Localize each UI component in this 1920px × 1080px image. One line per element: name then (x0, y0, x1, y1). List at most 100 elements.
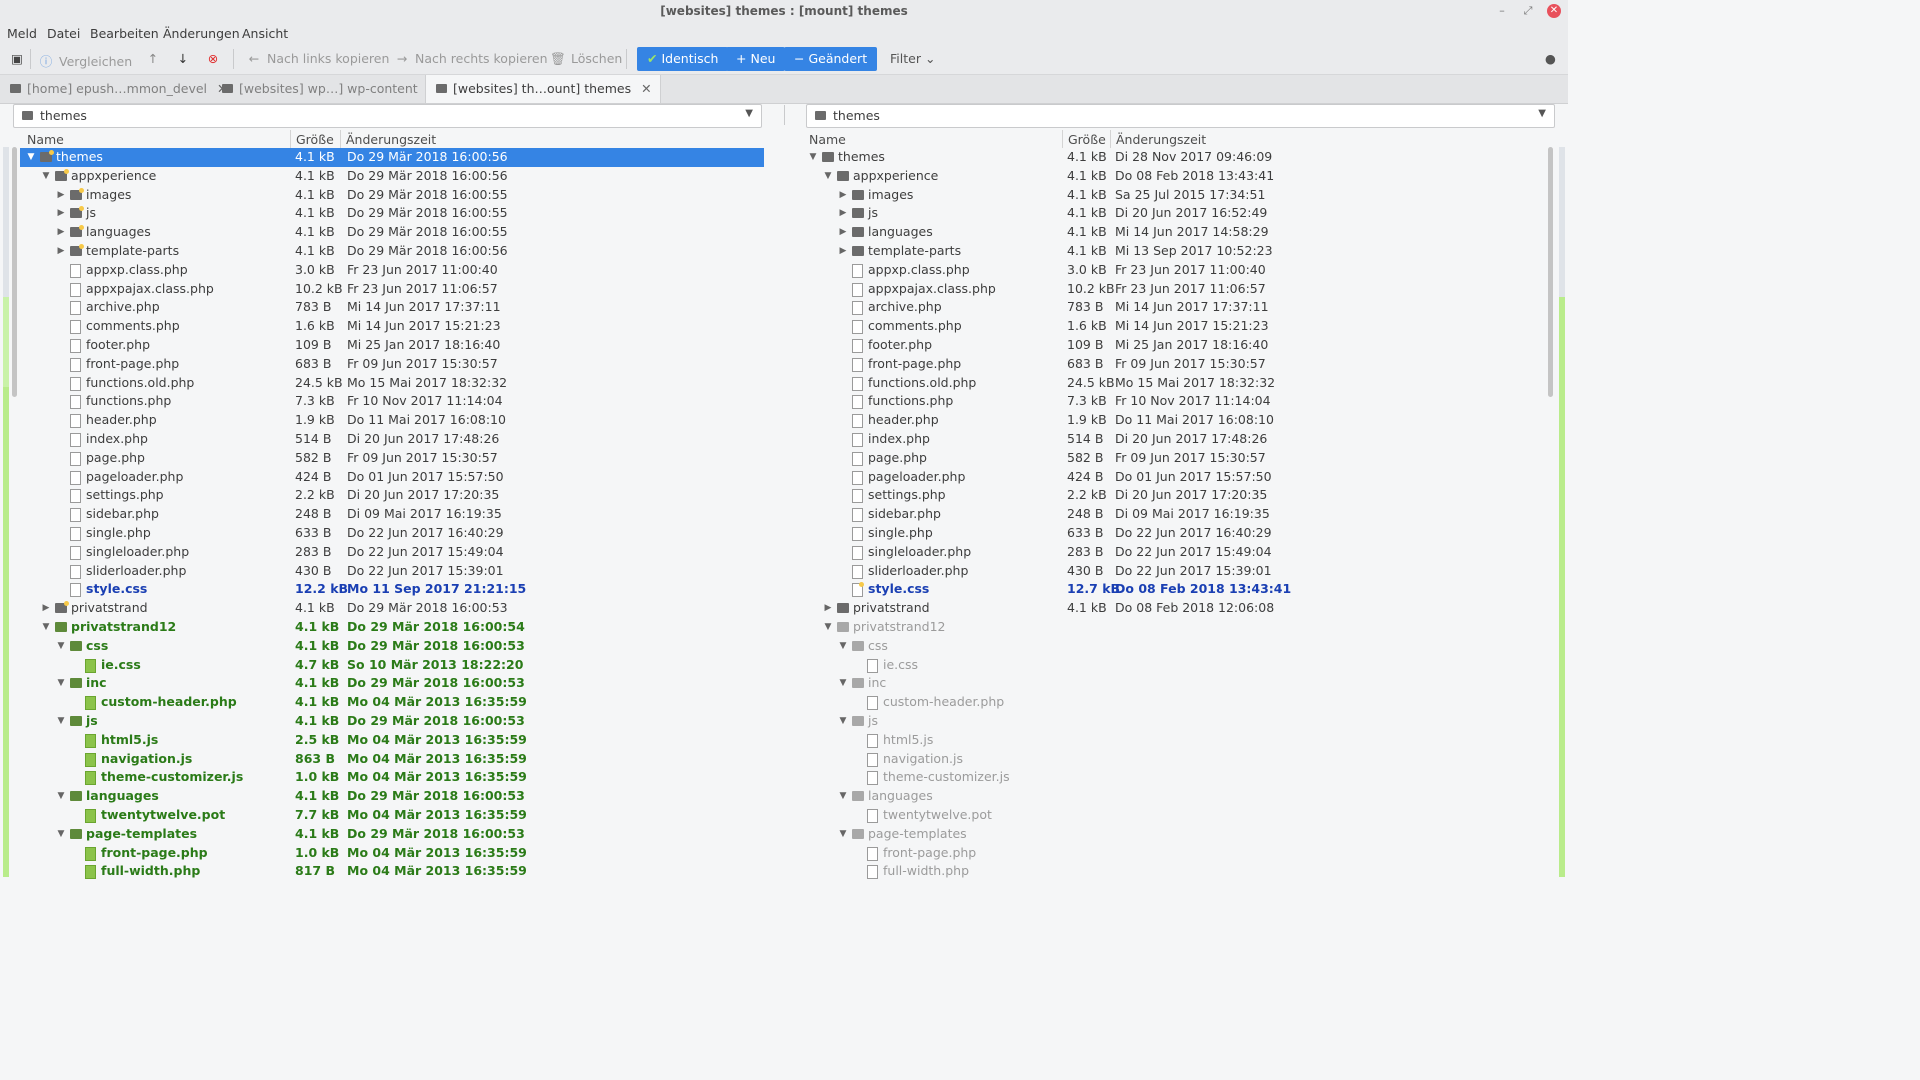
file-row[interactable]: singleloader.php 283 B Do 22 Jun 2017 15:4… (802, 543, 1522, 562)
file-row[interactable]: single.php 633 B Do 22 Jun 2017 16:40:29 (20, 524, 764, 543)
expander-open-icon[interactable]: ▼ (823, 618, 833, 637)
file-row[interactable]: comments.php 1.6 kB Mi 14 Jun 2017 15:21:2… (802, 317, 1522, 336)
file-row[interactable]: navigation.js (802, 750, 1522, 769)
expander-closed-icon[interactable]: ▶ (838, 204, 848, 223)
folder-row[interactable]: ▶ js 4.1 kB Di 20 Jun 2017 16:52:49 (802, 204, 1522, 223)
folder-row[interactable]: ▼ page-templates (802, 825, 1522, 844)
file-row[interactable]: appxpajax.class.php 10.2 kB Fr 23 Jun 2017… (20, 280, 764, 299)
expander-open-icon[interactable]: ▼ (56, 674, 66, 693)
file-row[interactable]: navigation.js 863 B Mo 04 Mär 2013 16:35:5… (20, 750, 764, 769)
expander-open-icon[interactable]: ▼ (41, 167, 51, 186)
expander-open-icon[interactable]: ▼ (56, 825, 66, 844)
minimize-button[interactable]: – (1494, 3, 1510, 19)
filter-menu-button[interactable]: Filter ⌄ (890, 51, 935, 66)
menu-aenderungen[interactable]: Änderungen (163, 26, 240, 41)
new-comparison-button[interactable]: ▣ (9, 51, 30, 66)
close-icon[interactable]: ✕ (641, 81, 651, 96)
left-path-selector[interactable]: themes ▼ (13, 104, 762, 128)
right-path-selector[interactable]: themes ▼ (806, 104, 1555, 128)
expander-open-icon[interactable]: ▼ (56, 787, 66, 806)
folder-row[interactable]: ▶ privatstrand 4.1 kB Do 29 Mär 2018 16:00:… (20, 599, 764, 618)
column-header-mtime[interactable]: Änderungszeit (346, 132, 436, 147)
file-row[interactable]: sliderloader.php 430 B Do 22 Jun 2017 15:3… (802, 562, 1522, 581)
compare-button[interactable]: ⓘ Vergleichen (38, 51, 132, 70)
expander-open-icon[interactable]: ▼ (823, 167, 833, 186)
file-row[interactable]: appxpajax.class.php 10.2 kB Fr 23 Jun 2017… (802, 280, 1522, 299)
file-row[interactable]: html5.js (802, 731, 1522, 750)
file-row[interactable]: functions.old.php 24.5 kB Mo 15 Mai 2017 1… (802, 374, 1522, 393)
tab-themes[interactable]: [websites] th…ount] themes ✕ (425, 75, 661, 103)
file-row[interactable]: archive.php 783 B Mi 14 Jun 2017 17:37:11 (802, 298, 1522, 317)
menu-ansicht[interactable]: Ansicht (242, 26, 288, 41)
file-row[interactable]: single.php 633 B Do 22 Jun 2017 16:40:29 (802, 524, 1522, 543)
file-row[interactable]: custom-header.php 4.1 kB Mo 04 Mär 2013 16… (20, 693, 764, 712)
file-row[interactable]: style.css 12.2 kB Mo 11 Sep 2017 21:21:15 (20, 580, 764, 599)
file-row[interactable]: front-page.php (802, 844, 1522, 863)
folder-row[interactable]: ▼ languages (802, 787, 1522, 806)
column-header-mtime[interactable]: Änderungszeit (1116, 132, 1206, 147)
folder-row[interactable]: ▶ images 4.1 kB Sa 25 Jul 2015 17:34:51 (802, 186, 1522, 205)
folder-row[interactable]: ▼ page-templates 4.1 kB Do 29 Mär 2018 16:0… (20, 825, 764, 844)
expander-open-icon[interactable]: ▼ (56, 637, 66, 656)
folder-row[interactable]: ▶ privatstrand 4.1 kB Do 08 Feb 2018 12:06:… (802, 599, 1522, 618)
folder-row[interactable]: ▼ appxperience 4.1 kB Do 29 Mär 2018 16:00:… (20, 167, 764, 186)
expander-closed-icon[interactable]: ▶ (41, 599, 51, 618)
menu-bearbeiten[interactable]: Bearbeiten (90, 26, 159, 41)
file-row[interactable]: ie.css (802, 656, 1522, 675)
folder-row[interactable]: ▼ js 4.1 kB Do 29 Mär 2018 16:00:53 (20, 712, 764, 731)
folder-row[interactable]: ▼ languages 4.1 kB Do 29 Mär 2018 16:00:53 (20, 787, 764, 806)
folder-row[interactable]: ▼ css (802, 637, 1522, 656)
file-row[interactable]: footer.php 109 B Mi 25 Jan 2017 18:16:40 (802, 336, 1522, 355)
file-row[interactable]: front-page.php 683 B Fr 09 Jun 2017 15:30:… (20, 355, 764, 374)
column-header-size[interactable]: Größe (1068, 132, 1106, 147)
file-row[interactable]: full-width.php 817 B Mo 04 Mär 2013 16:35:… (20, 862, 764, 881)
right-scrollbar[interactable] (1548, 147, 1553, 397)
file-row[interactable]: twentytwelve.pot 7.7 kB Mo 04 Mär 2013 16:… (20, 806, 764, 825)
expander-open-icon[interactable]: ▼ (838, 787, 848, 806)
file-row[interactable]: comments.php 1.6 kB Mi 14 Jun 2017 15:21:2… (20, 317, 764, 336)
file-row[interactable]: page.php 582 B Fr 09 Jun 2017 15:30:57 (802, 449, 1522, 468)
folder-row[interactable]: ▼ js (802, 712, 1522, 731)
file-row[interactable]: appxp.class.php 3.0 kB Fr 23 Jun 2017 11:0… (802, 261, 1522, 280)
next-change-button[interactable]: ↓ (175, 51, 196, 66)
filter-new-toggle[interactable]: + Neu (726, 47, 786, 71)
menu-meld[interactable]: Meld (7, 26, 37, 41)
file-row[interactable]: theme-customizer.js (802, 768, 1522, 787)
file-row[interactable]: sidebar.php 248 B Di 09 Mai 2017 16:19:35 (802, 505, 1522, 524)
column-header-size[interactable]: Größe (296, 132, 334, 147)
expander-open-icon[interactable]: ▼ (838, 637, 848, 656)
folder-row[interactable]: ▶ languages 4.1 kB Mi 14 Jun 2017 14:58:29 (802, 223, 1522, 242)
folder-row[interactable]: ▼ themes 4.1 kB Di 28 Nov 2017 09:46:09 (802, 148, 1522, 167)
expander-closed-icon[interactable]: ▶ (56, 223, 66, 242)
folder-row[interactable]: ▼ privatstrand12 (802, 618, 1522, 637)
file-row[interactable]: sidebar.php 248 B Di 09 Mai 2017 16:19:35 (20, 505, 764, 524)
file-row[interactable]: footer.php 109 B Mi 25 Jan 2017 18:16:40 (20, 336, 764, 355)
file-row[interactable]: sliderloader.php 430 B Do 22 Jun 2017 15:3… (20, 562, 764, 581)
file-row[interactable]: archive.php 783 B Mi 14 Jun 2017 17:37:11 (20, 298, 764, 317)
file-row[interactable]: full-width.php (802, 862, 1522, 881)
folder-row[interactable]: ▶ template-parts 4.1 kB Mi 13 Sep 2017 10:5… (802, 242, 1522, 261)
tab-home[interactable]: [home] epush…mmon_devel✕ (0, 75, 236, 103)
column-header-name[interactable]: Name (809, 132, 846, 147)
filter-identical-toggle[interactable]: ✔ Identisch (637, 47, 729, 71)
expander-open-icon[interactable]: ▼ (838, 712, 848, 731)
folder-row[interactable]: ▶ template-parts 4.1 kB Do 29 Mär 2018 16:0… (20, 242, 764, 261)
folder-row[interactable]: ▼ themes 4.1 kB Do 29 Mär 2018 16:00:56 (20, 148, 764, 167)
folder-row[interactable]: ▶ languages 4.1 kB Do 29 Mär 2018 16:00:55 (20, 223, 764, 242)
file-row[interactable]: settings.php 2.2 kB Di 20 Jun 2017 17:20:3… (20, 486, 764, 505)
folder-row[interactable]: ▼ inc 4.1 kB Do 29 Mär 2018 16:00:53 (20, 674, 764, 693)
copy-left-button[interactable]: ← Nach links kopieren (246, 51, 390, 66)
file-row[interactable]: appxp.class.php 3.0 kB Fr 23 Jun 2017 11:0… (20, 261, 764, 280)
file-row[interactable]: singleloader.php 283 B Do 22 Jun 2017 15:4… (20, 543, 764, 562)
expander-open-icon[interactable]: ▼ (838, 825, 848, 844)
expander-open-icon[interactable]: ▼ (41, 618, 51, 637)
expander-closed-icon[interactable]: ▶ (838, 186, 848, 205)
file-row[interactable]: custom-header.php (802, 693, 1522, 712)
close-window-button[interactable]: ✕ (1547, 4, 1561, 18)
file-row[interactable]: page.php 582 B Fr 09 Jun 2017 15:30:57 (20, 449, 764, 468)
previous-change-button[interactable]: ↑ (145, 51, 166, 66)
left-scrollbar[interactable] (12, 147, 17, 397)
expander-closed-icon[interactable]: ▶ (56, 242, 66, 261)
expander-closed-icon[interactable]: ▶ (56, 186, 66, 205)
file-row[interactable]: style.css 12.7 kB Do 08 Feb 2018 13:43:41 (802, 580, 1522, 599)
